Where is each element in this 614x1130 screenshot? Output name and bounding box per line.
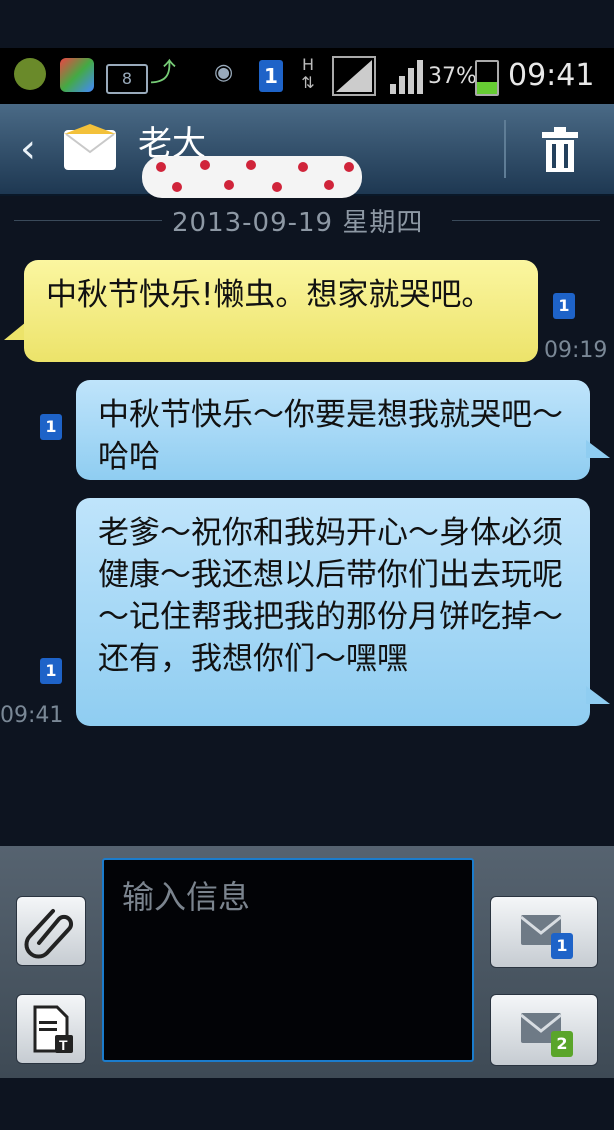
sim1-icon: 1 — [40, 658, 62, 684]
conversation-header: ‹ 老大 — [0, 104, 614, 198]
network-type-icon: H ⇅ — [301, 55, 315, 92]
redaction-sticker — [142, 156, 362, 198]
compose-bar: T 输入信息 1 2 — [0, 846, 614, 1078]
app-store-icon — [60, 58, 94, 92]
battery-percent: 37% — [428, 64, 477, 89]
sim1-badge: 1 — [551, 933, 573, 959]
status-time: 09:41 — [508, 58, 595, 93]
message-input[interactable]: 输入信息 — [102, 858, 474, 1062]
header-divider — [504, 120, 506, 178]
eye-icon: ◉ — [214, 60, 234, 85]
bubble-tail — [4, 322, 26, 340]
insert-text-button[interactable]: T — [16, 994, 86, 1064]
text-template-icon: T — [33, 1005, 73, 1053]
message-time: 09:41 — [0, 703, 64, 728]
send-sim1-button[interactable]: 1 — [490, 896, 598, 968]
sd-card-icon: 8 — [106, 64, 148, 94]
signal-strength-icon — [332, 56, 376, 96]
date-separator: 2013-09-19 星期四 — [0, 200, 614, 238]
status-bar: 8 ⤴ ◉ 1 H ⇅ 37% 09:41 — [0, 48, 614, 104]
outgoing-message-bubble[interactable]: 中秋节快乐～你要是想我就哭吧～哈哈 — [76, 380, 590, 480]
send-sim2-button[interactable]: 2 — [490, 994, 598, 1066]
envelope-icon — [64, 124, 116, 170]
bubble-tail — [586, 686, 610, 704]
sim1-icon: 1 — [40, 414, 62, 440]
divider — [14, 220, 162, 221]
battery-icon — [475, 60, 499, 96]
attach-button[interactable] — [16, 896, 86, 966]
incoming-message-bubble[interactable]: 中秋节快乐!懒虫。想家就哭吧。 — [24, 260, 538, 362]
sync-icon: ⤴ — [150, 58, 177, 88]
paperclip-icon — [24, 909, 74, 959]
message-time: 09:19 — [544, 338, 608, 363]
back-button[interactable]: ‹ — [10, 126, 46, 172]
outgoing-message-bubble[interactable]: 老爹～祝你和我妈开心～身体必须健康～我还想以后带你们出去玩呢～记住帮我把我的那份… — [76, 498, 590, 726]
signal-bars-icon — [390, 60, 423, 94]
sim1-status-icon: 1 — [259, 60, 283, 92]
divider — [452, 220, 600, 221]
messaging-screen: 8 ⤴ ◉ 1 H ⇅ 37% 09:41 ‹ 老大 2013-09-19 星期… — [0, 0, 614, 1130]
svg-text:T: T — [59, 1037, 68, 1053]
date-label: 2013-09-19 星期四 — [172, 208, 424, 238]
delete-button[interactable] — [540, 126, 580, 174]
bubble-tail — [586, 440, 610, 458]
app-notification-icon — [14, 58, 46, 90]
sim1-icon: 1 — [553, 293, 575, 319]
sim2-badge: 2 — [551, 1031, 573, 1057]
